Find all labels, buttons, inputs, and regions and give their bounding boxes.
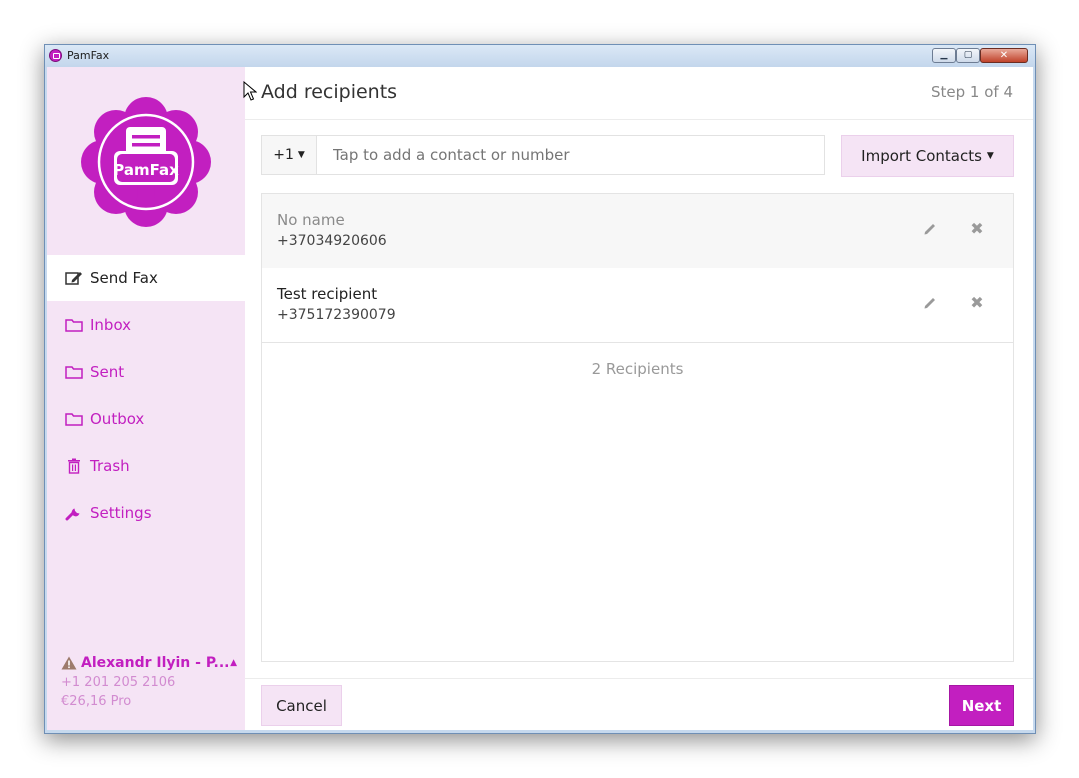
maximize-icon[interactable]: ▢ [956, 48, 980, 63]
sidebar-item-label: Trash [90, 457, 130, 475]
account-name: Alexandr Ilyin - P... [81, 655, 230, 671]
account-phone: +1 201 205 2106 [61, 675, 176, 690]
recipient-number: +37034920606 [277, 233, 387, 249]
minimize-icon[interactable]: ▁ [932, 48, 956, 63]
account-panel[interactable]: Alexandr Ilyin - P... ▲ +1 201 205 2106 … [61, 655, 243, 709]
recipient-row[interactable]: No name +37034920606 ✖ [262, 194, 1013, 269]
wrench-icon [64, 505, 84, 521]
logo-text: PamFax [113, 161, 179, 179]
remove-icon[interactable]: ✖ [969, 221, 985, 237]
remove-icon[interactable]: ✖ [969, 295, 985, 311]
mouse-cursor-icon [243, 81, 257, 101]
sidebar-item-label: Sent [90, 363, 125, 381]
contact-search-input[interactable] [317, 135, 825, 175]
window-title: PamFax [67, 49, 110, 62]
edit-icon [64, 270, 84, 286]
folder-icon [64, 411, 84, 427]
import-contacts-label: Import Contacts [861, 147, 982, 165]
main-panel: Add recipients Step 1 of 4 +1 ▼ Import C… [243, 67, 1033, 730]
account-name-row[interactable]: Alexandr Ilyin - P... ▲ [61, 655, 243, 671]
caret-down-icon: ▼ [297, 150, 305, 160]
folder-icon [64, 364, 84, 380]
recipient-name: No name [277, 211, 345, 229]
sidebar-item-send-fax[interactable]: Send Fax [47, 255, 245, 301]
app-window: PamFax ▁ ▢ ✕ PamFax Send Fax Inbox Sent … [44, 44, 1036, 734]
pencil-icon[interactable] [922, 295, 938, 311]
pamfax-logo: PamFax [81, 97, 211, 227]
trash-icon [64, 458, 84, 474]
recipient-name: Test recipient [277, 285, 378, 303]
pamfax-app-icon [49, 49, 62, 62]
next-button[interactable]: Next [949, 685, 1014, 726]
sidebar-item-sent[interactable]: Sent [47, 349, 245, 395]
step-indicator: Step 1 of 4 [930, 83, 1013, 101]
sidebar-item-settings[interactable]: Settings [47, 490, 245, 536]
cancel-button[interactable]: Cancel [261, 685, 342, 726]
country-code-label: +1 [273, 147, 294, 163]
title-bar[interactable]: PamFax ▁ ▢ ✕ [45, 45, 1035, 67]
pencil-icon[interactable] [922, 221, 938, 237]
import-contacts-button[interactable]: Import Contacts ▼ [841, 135, 1014, 177]
recipient-list: No name +37034920606 ✖ Test recipient +3… [261, 193, 1014, 662]
client-area: PamFax Send Fax Inbox Sent Outbox Trash … [47, 67, 1033, 730]
footer-bar: Cancel Next [245, 678, 1033, 730]
sidebar-item-inbox[interactable]: Inbox [47, 302, 245, 348]
warning-icon [61, 656, 77, 670]
recipient-row[interactable]: Test recipient +375172390079 ✖ [262, 268, 1013, 343]
sidebar-item-label: Send Fax [90, 269, 158, 287]
page-title: Add recipients [261, 81, 398, 103]
close-icon[interactable]: ✕ [980, 48, 1028, 63]
caret-down-icon: ▼ [986, 151, 994, 161]
sidebar-item-label: Settings [90, 504, 152, 522]
sidebar-item-trash[interactable]: Trash [47, 443, 245, 489]
account-balance: €26,16 Pro [61, 694, 132, 709]
sidebar-item-label: Outbox [90, 410, 145, 428]
sidebar: PamFax Send Fax Inbox Sent Outbox Trash … [47, 67, 246, 730]
folder-icon [64, 317, 84, 333]
sidebar-item-outbox[interactable]: Outbox [47, 396, 245, 442]
page-header: Add recipients Step 1 of 4 [243, 67, 1033, 120]
sidebar-item-label: Inbox [90, 316, 132, 334]
caret-up-icon: ▲ [230, 658, 237, 668]
recipient-number: +375172390079 [277, 307, 396, 323]
recipients-count: 2 Recipients [591, 360, 684, 378]
country-code-dropdown[interactable]: +1 ▼ [261, 135, 317, 175]
